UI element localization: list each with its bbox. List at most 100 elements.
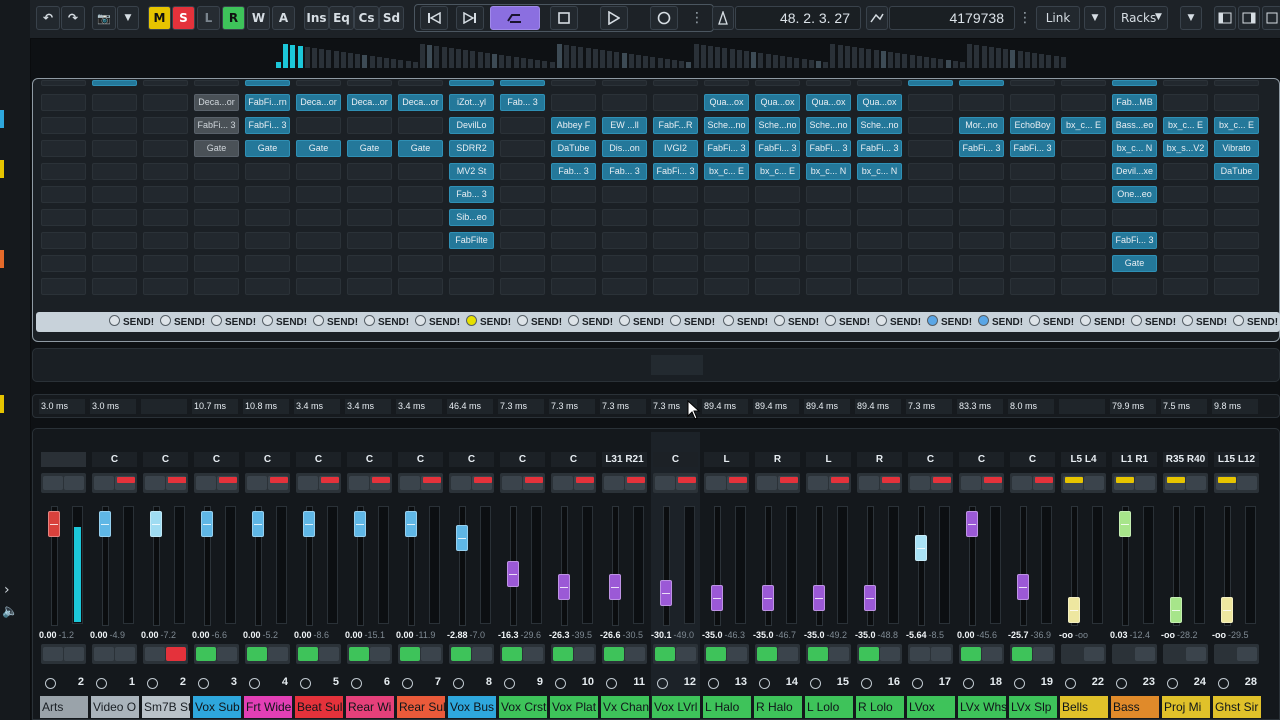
- pan-display[interactable]: C: [143, 452, 188, 467]
- channel-name[interactable]: Bass: [1111, 696, 1159, 718]
- send-power-icon[interactable]: [825, 315, 836, 326]
- insert-slot[interactable]: Deca...or: [194, 94, 239, 111]
- read-button[interactable]: [1216, 647, 1236, 661]
- insert-slot[interactable]: [1214, 186, 1259, 203]
- insert-slot[interactable]: [347, 255, 392, 272]
- solo-all-button[interactable]: S: [172, 6, 195, 30]
- insert-slot[interactable]: bx_s...V2: [1163, 140, 1208, 157]
- insert-slot[interactable]: [653, 232, 698, 249]
- pan-display[interactable]: C: [194, 452, 239, 467]
- insert-slot[interactable]: Mor...no: [959, 117, 1004, 134]
- send-power-icon[interactable]: [262, 315, 273, 326]
- insert-slot[interactable]: iZot...yl: [449, 94, 494, 111]
- insert-slot[interactable]: [806, 186, 851, 203]
- volume-fader[interactable]: [1068, 596, 1080, 623]
- insert-slot[interactable]: [602, 278, 647, 295]
- read-button[interactable]: [1063, 647, 1083, 661]
- pan-display[interactable]: C: [245, 452, 290, 467]
- insert-slot[interactable]: [1010, 209, 1055, 226]
- insert-slot[interactable]: bx_c... E: [1214, 117, 1259, 134]
- write-automation-button[interactable]: W: [247, 6, 270, 30]
- insert-slot[interactable]: Sche...no: [704, 117, 749, 134]
- insert-slot[interactable]: [143, 140, 188, 157]
- write-button[interactable]: [319, 647, 339, 661]
- insert-slot[interactable]: [92, 232, 137, 249]
- channel-overview[interactable]: [276, 40, 1076, 70]
- insert-slot[interactable]: [194, 80, 239, 86]
- read-button[interactable]: [655, 647, 675, 661]
- insert-slot[interactable]: [908, 80, 953, 86]
- insert-slot[interactable]: [908, 140, 953, 157]
- mute-button[interactable]: [298, 476, 318, 490]
- insert-slot[interactable]: [857, 80, 902, 86]
- insert-slot[interactable]: [806, 209, 851, 226]
- automation-mode-button[interactable]: A: [272, 6, 295, 30]
- read-button[interactable]: [910, 647, 930, 661]
- insert-slot[interactable]: Deca...or: [398, 94, 443, 111]
- insert-slot[interactable]: [194, 186, 239, 203]
- power-icon[interactable]: [963, 678, 974, 689]
- mute-button[interactable]: [706, 476, 726, 490]
- mute-button[interactable]: [757, 476, 777, 490]
- insert-slot[interactable]: [143, 186, 188, 203]
- volume-value[interactable]: -16.3: [498, 630, 519, 640]
- insert-slot[interactable]: [92, 140, 137, 157]
- metronome-icon[interactable]: [712, 6, 734, 30]
- insert-slot[interactable]: [908, 117, 953, 134]
- insert-slot[interactable]: [1163, 255, 1208, 272]
- write-button[interactable]: [931, 647, 951, 661]
- more-menu-icon[interactable]: ⋮: [690, 10, 704, 26]
- insert-slot[interactable]: [296, 255, 341, 272]
- solo-button[interactable]: [1135, 476, 1155, 490]
- power-icon[interactable]: [1014, 678, 1025, 689]
- insert-slot[interactable]: [449, 278, 494, 295]
- insert-slot[interactable]: [1010, 255, 1055, 272]
- power-icon[interactable]: [1167, 678, 1178, 689]
- skip-back-icon[interactable]: [420, 6, 448, 30]
- read-button[interactable]: [145, 647, 165, 661]
- mute-button[interactable]: [349, 476, 369, 490]
- send-slot[interactable]: SEND!: [825, 315, 870, 329]
- mute-button[interactable]: [604, 476, 624, 490]
- insert-slot[interactable]: [653, 80, 698, 86]
- insert-slot[interactable]: One...eo: [1112, 186, 1157, 203]
- volume-fader[interactable]: [48, 510, 60, 537]
- insert-slot[interactable]: FabF...R: [653, 117, 698, 134]
- insert-slot[interactable]: [959, 232, 1004, 249]
- insert-slot[interactable]: [347, 80, 392, 86]
- write-button[interactable]: [982, 647, 1002, 661]
- volume-value[interactable]: -26.6: [600, 630, 621, 640]
- send-slot[interactable]: SEND!: [1131, 315, 1176, 329]
- insert-slot[interactable]: [296, 209, 341, 226]
- channel-name[interactable]: Bells: [1060, 696, 1108, 718]
- volume-value[interactable]: -oo: [1059, 630, 1073, 640]
- insert-slot[interactable]: [908, 186, 953, 203]
- send-slot[interactable]: SEND!: [211, 315, 256, 329]
- insert-slot[interactable]: [806, 278, 851, 295]
- insert-slot[interactable]: [296, 278, 341, 295]
- send-slot[interactable]: SEND!: [313, 315, 358, 329]
- read-button[interactable]: [808, 647, 828, 661]
- insert-slot[interactable]: [551, 94, 596, 111]
- layout-right-icon[interactable]: [1238, 6, 1260, 30]
- insert-slot[interactable]: [143, 94, 188, 111]
- insert-slot[interactable]: bx_c... N: [857, 163, 902, 180]
- volume-fader[interactable]: [966, 510, 978, 537]
- pan-display[interactable]: C: [908, 452, 953, 467]
- send-power-icon[interactable]: [313, 315, 324, 326]
- insert-slot[interactable]: [347, 163, 392, 180]
- insert-slot[interactable]: [1214, 80, 1259, 86]
- volume-fader[interactable]: [609, 574, 621, 601]
- insert-slot[interactable]: [857, 186, 902, 203]
- insert-slot[interactable]: Fab...MB: [1112, 94, 1157, 111]
- send-power-icon[interactable]: [1182, 315, 1193, 326]
- insert-slot[interactable]: FabFi... 3: [245, 117, 290, 134]
- insert-slot[interactable]: [245, 186, 290, 203]
- pan-display[interactable]: L: [704, 452, 749, 467]
- power-icon[interactable]: [453, 678, 464, 689]
- volume-fader[interactable]: [1119, 510, 1131, 537]
- send-slot[interactable]: SEND!: [978, 315, 1023, 329]
- insert-slot[interactable]: Vibrato: [1214, 140, 1259, 157]
- volume-value[interactable]: -35.0: [855, 630, 876, 640]
- send-slot[interactable]: SEND!: [160, 315, 205, 329]
